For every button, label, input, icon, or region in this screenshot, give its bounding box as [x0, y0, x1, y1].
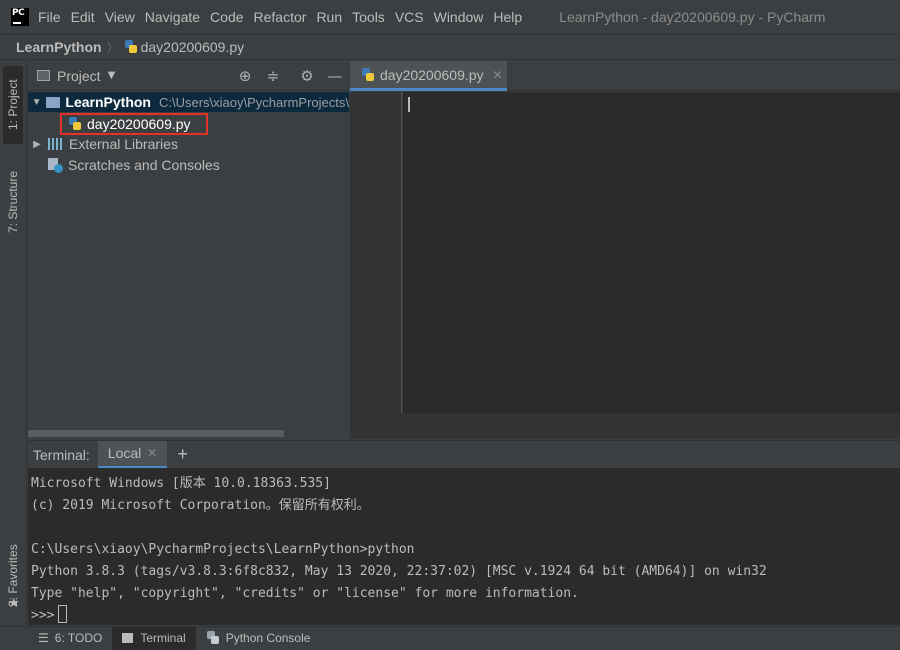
python-file-icon [361, 67, 375, 82]
python-console-icon [206, 631, 220, 645]
terminal-line: Python 3.8.3 (tags/v3.8.3:6f8c832, May 1… [31, 564, 767, 579]
close-icon[interactable]: ✕ [493, 68, 503, 82]
project-root-path: C:\Users\xiaoy\PycharmProjects\ [159, 94, 349, 110]
tool-tab-structure[interactable]: 7: Structure [3, 161, 23, 243]
terminal-tool-button[interactable]: Terminal [112, 626, 196, 650]
terminal-output[interactable]: Microsoft Windows [版本 10.0.18363.535] (c… [28, 468, 900, 625]
python-console-tool-button[interactable]: Python Console [196, 627, 321, 650]
terminal-line: C:\Users\xiaoy\PycharmProjects\LearnPyth… [31, 542, 415, 557]
folder-icon [46, 96, 61, 108]
breadcrumb-file[interactable]: day20200609.py [141, 39, 245, 55]
python-console-label: Python Console [225, 631, 311, 645]
menu-view[interactable]: View [105, 9, 142, 25]
library-icon [48, 138, 64, 150]
breadcrumb-project[interactable]: LearnPython [16, 39, 102, 55]
breadcrumb: LearnPython 〉 day20200609.py [0, 34, 900, 60]
terminal-header: Terminal: Local ✕ + [28, 440, 900, 469]
folder-icon [37, 70, 50, 81]
terminal-line: Microsoft Windows [版本 10.0.18363.535] [31, 476, 331, 491]
terminal-tab-local[interactable]: Local ✕ [97, 440, 168, 469]
code-editor[interactable] [403, 92, 900, 413]
chevron-down-icon[interactable]: ▼ [108, 70, 116, 81]
tree-row-scratches[interactable]: Scratches and Consoles [47, 155, 220, 175]
terminal-tab-label: Local [107, 445, 142, 461]
hide-panel-icon[interactable]: — [326, 67, 344, 85]
scratches-label: Scratches and Consoles [68, 157, 220, 173]
left-tool-strip: 1: Project 7: Structure 2: Favorites ★ [0, 61, 27, 625]
menu-edit[interactable]: Edit [71, 9, 102, 25]
menu-file[interactable]: File [38, 9, 68, 25]
expand-arrow-icon[interactable]: ▶ [30, 139, 44, 150]
python-file-icon [68, 117, 82, 131]
horizontal-scrollbar[interactable] [28, 430, 284, 437]
python-file-icon [124, 40, 138, 54]
text-caret [408, 97, 410, 112]
menu-code[interactable]: Code [210, 9, 250, 25]
external-libraries-label: External Libraries [69, 136, 178, 152]
list-icon: ☰ [38, 631, 49, 645]
menu-help[interactable]: Help [493, 9, 529, 25]
close-icon[interactable]: ✕ [147, 446, 157, 460]
menu-vcs[interactable]: VCS [395, 9, 431, 25]
terminal-cursor [58, 605, 68, 623]
tree-row-python-file[interactable]: day20200609.py [60, 113, 208, 135]
editor-tab-bar: day20200609.py ✕ [350, 61, 900, 91]
python-file-name: day20200609.py [87, 116, 191, 132]
tool-window-bar: ☰ 6: TODO Terminal Python Console [0, 626, 900, 650]
terminal-prompt-line[interactable]: >>> [31, 605, 900, 627]
gear-icon[interactable]: ⚙ [298, 67, 316, 85]
tool-tab-project[interactable]: 1: Project [3, 66, 23, 144]
breadcrumb-separator-icon: 〉 [106, 40, 119, 55]
todo-tool-button[interactable]: ☰ 6: TODO [28, 627, 112, 650]
add-terminal-icon[interactable]: + [177, 444, 188, 465]
menu-run[interactable]: Run [316, 9, 349, 25]
scratches-icon [47, 158, 63, 173]
project-panel-header: Project ▼ ⊕ ≑ ⚙ — [28, 61, 349, 91]
editor-tab-label: day20200609.py [380, 66, 484, 83]
menu-refactor[interactable]: Refactor [254, 9, 314, 25]
tree-row-external-libraries[interactable]: ▶ External Libraries [28, 134, 178, 154]
star-icon: ★ [8, 596, 20, 611]
terminal-line: Type "help", "copyright", "credits" or "… [31, 586, 579, 601]
project-panel-title[interactable]: Project [57, 68, 101, 84]
editor-gutter [350, 92, 402, 413]
terminal-button-label: Terminal [140, 631, 186, 645]
menu-tools[interactable]: Tools [352, 9, 392, 25]
terminal-title: Terminal: [33, 446, 90, 463]
terminal-icon [122, 633, 134, 643]
menu-window[interactable]: Window [434, 9, 491, 25]
terminal-prompt: >>> [31, 608, 55, 623]
menu-navigate[interactable]: Navigate [145, 9, 207, 25]
tool-tab-structure-label: 7: Structure [6, 170, 20, 234]
project-root-name: LearnPython [65, 94, 151, 110]
terminal-line: (c) 2019 Microsoft Corporation。保留所有权利。 [31, 498, 370, 513]
collapse-all-icon[interactable]: ≑ [264, 67, 282, 85]
window-title: LearnPython - day20200609.py - PyCharm [559, 8, 826, 25]
project-tree: ▼ LearnPython C:\Users\xiaoy\PycharmProj… [28, 92, 349, 428]
tree-row-project-root[interactable]: ▼ LearnPython C:\Users\xiaoy\PycharmProj… [28, 92, 349, 112]
tool-tab-project-label: 1: Project [6, 79, 20, 131]
locate-icon[interactable]: ⊕ [236, 67, 254, 85]
menu-bar: PC File Edit View Navigate Code Refactor… [0, 0, 900, 33]
todo-label: 6: TODO [54, 631, 103, 645]
editor-tab-active[interactable]: day20200609.py ✕ [350, 61, 507, 91]
pycharm-logo-icon: PC [9, 5, 31, 28]
editor-bottom-area [350, 413, 900, 439]
expand-arrow-icon[interactable]: ▼ [30, 97, 43, 108]
